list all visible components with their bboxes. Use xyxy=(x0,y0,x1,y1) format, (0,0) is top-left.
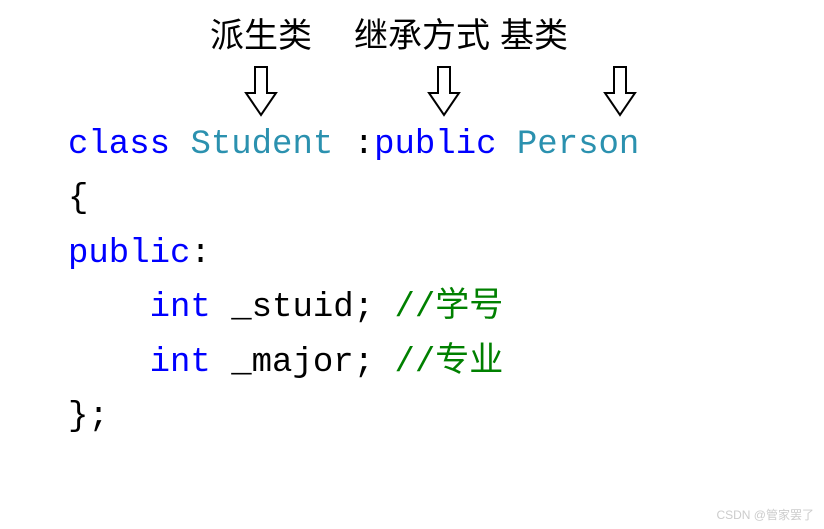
semicolon-2: ; xyxy=(354,344,374,382)
indent xyxy=(68,344,150,382)
code-block: class Student :public Person { public: i… xyxy=(68,118,639,444)
member-colon: : xyxy=(190,235,210,273)
indent xyxy=(68,289,150,327)
label-derived-class: 派生类 xyxy=(210,8,312,57)
semicolon-1: ; xyxy=(354,289,374,327)
type-student: Student xyxy=(190,126,333,164)
type-int-1: int xyxy=(150,289,211,327)
arrow-down-icon xyxy=(242,65,280,122)
arrow-down-icon xyxy=(425,65,463,122)
watermark: CSDN @管家罢了 xyxy=(716,506,814,523)
annotation-row: 派生类 继承方式 基类 xyxy=(0,8,824,122)
close-brace: }; xyxy=(68,398,109,436)
open-brace: { xyxy=(68,180,88,218)
comment-stuid: //学号 xyxy=(394,289,503,327)
colon: : xyxy=(333,126,374,164)
annotation-labels: 派生类 继承方式 基类 xyxy=(0,8,824,57)
member-major: _major xyxy=(231,344,353,382)
arrows-row xyxy=(0,65,824,122)
keyword-public: public xyxy=(374,126,496,164)
member-stuid: _stuid xyxy=(231,289,353,327)
keyword-class: class xyxy=(68,126,170,164)
comment-major: //专业 xyxy=(394,344,503,382)
label-inheritance-mode: 继承方式 xyxy=(354,8,490,57)
label-base-class: 基类 xyxy=(500,8,568,57)
arrow-down-icon xyxy=(601,65,639,122)
keyword-public-member: public xyxy=(68,235,190,273)
type-person: Person xyxy=(517,126,639,164)
type-int-2: int xyxy=(150,344,211,382)
